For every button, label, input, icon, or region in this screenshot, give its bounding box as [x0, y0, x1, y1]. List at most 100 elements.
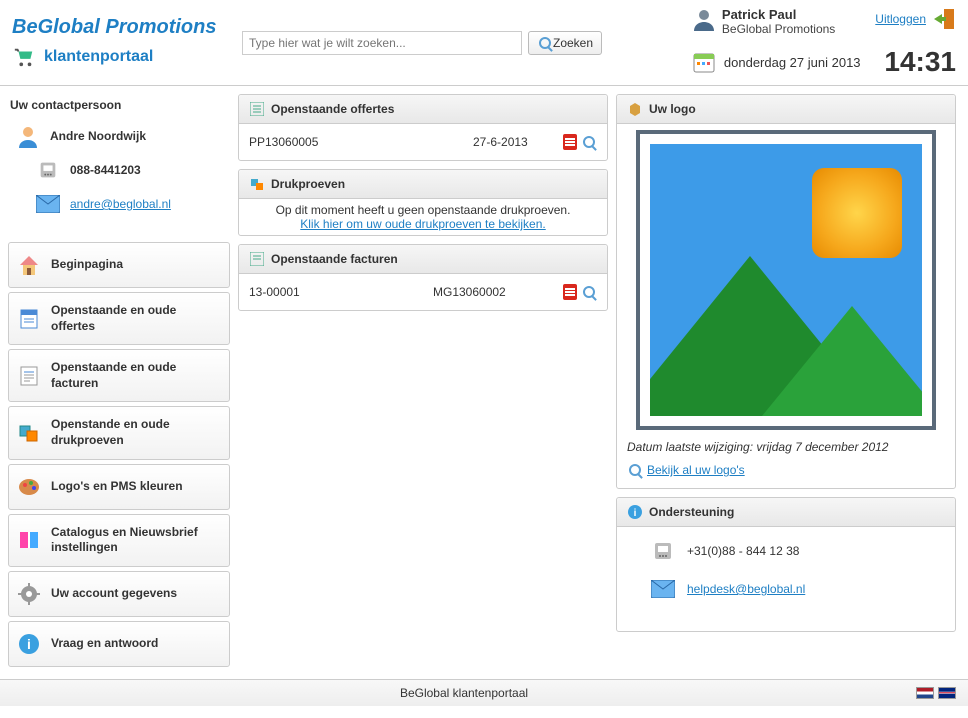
proofs-icon	[17, 421, 41, 445]
pdf-icon[interactable]	[563, 134, 577, 150]
center-column: Openstaande offertes PP13060005 27-6-201…	[238, 94, 608, 671]
contact-name-row: Andre Noordwijk	[16, 124, 222, 148]
info-icon: i	[17, 632, 41, 656]
support-phone: +31(0)88 - 844 12 38	[687, 544, 799, 558]
sidebar: Uw contactpersoon Andre Noordwijk 088-84…	[8, 94, 230, 671]
drukproeven-widget: Drukproeven Op dit moment heeft u geen o…	[238, 169, 608, 236]
facturen-title: Openstaande facturen	[271, 252, 398, 266]
contact-panel: Uw contactpersoon Andre Noordwijk 088-84…	[8, 94, 230, 234]
drukproeven-title: Drukproeven	[271, 177, 345, 191]
search-icon	[537, 35, 553, 51]
nav-drukproeven[interactable]: Openstande en oude drukproeven	[8, 406, 230, 459]
user-block: Patrick Paul BeGlobal Promotions Uitlogg…	[692, 7, 956, 78]
main: Uw contactpersoon Andre Noordwijk 088-84…	[0, 86, 968, 679]
nav-offertes[interactable]: Openstaande en oude offertes	[8, 292, 230, 345]
nav-label: Uw account gegevens	[51, 586, 177, 602]
logo-date: Datum laatste wijziging: vrijdag 7 decem…	[617, 436, 955, 458]
info-icon: i	[627, 504, 643, 520]
nav-catalogus[interactable]: Catalogus en Nieuwsbrief instellingen	[8, 514, 230, 567]
logo-image	[636, 130, 936, 430]
logo-block: BeGlobal Promotions klantenportaal	[12, 16, 232, 69]
pdf-icon[interactable]	[563, 284, 577, 300]
nav-label: Vraag en antwoord	[51, 636, 158, 652]
support-email-link[interactable]: helpdesk@beglobal.nl	[687, 582, 805, 596]
nav-facturen[interactable]: Openstaande en oude facturen	[8, 349, 230, 402]
logout[interactable]: Uitloggen	[875, 7, 956, 31]
palette-icon	[17, 475, 41, 499]
nav-label: Openstande en oude drukproeven	[51, 417, 221, 448]
logo-widget: Uw logo Datum laatste wijziging: vrijdag…	[616, 94, 956, 489]
facturen-widget: Openstaande facturen 13-00001 MG13060002	[238, 244, 608, 311]
svg-text:i: i	[27, 636, 31, 652]
search-button[interactable]: Zoeken	[528, 31, 602, 55]
nav-label: Openstaande en oude offertes	[51, 303, 221, 334]
factuur-row[interactable]: 13-00001 MG13060002	[249, 280, 597, 304]
calendar-icon	[692, 50, 716, 74]
support-title: Ondersteuning	[649, 505, 734, 519]
nav-label: Openstaande en oude facturen	[51, 360, 221, 391]
current-time: 14:31	[884, 46, 956, 78]
contact-phone: 088-8441203	[70, 163, 141, 177]
offerte-date: 27-6-2013	[473, 135, 563, 149]
factuur-ref: MG13060002	[433, 285, 563, 299]
offerte-row[interactable]: PP13060005 27-6-2013	[249, 130, 597, 154]
offertes-title: Openstaande offertes	[271, 102, 394, 116]
nav-label: Catalogus en Nieuwsbrief instellingen	[51, 525, 221, 556]
cart-icon	[12, 45, 36, 69]
offertes-widget: Openstaande offertes PP13060005 27-6-201…	[238, 94, 608, 161]
book-icon	[17, 528, 41, 552]
contact-email-link[interactable]: andre@beglobal.nl	[70, 197, 171, 211]
app-subtitle: klantenportaal	[44, 48, 153, 66]
footer: BeGlobal klantenportaal	[0, 679, 968, 706]
svg-text:i: i	[634, 508, 637, 519]
language-flags	[916, 687, 956, 699]
support-email-row: helpdesk@beglobal.nl	[651, 577, 945, 601]
search-button-label: Zoeken	[553, 36, 593, 50]
support-phone-row: +31(0)88 - 844 12 38	[651, 539, 945, 563]
flag-nl-icon[interactable]	[916, 687, 934, 699]
view-icon[interactable]	[581, 134, 597, 150]
logout-link[interactable]: Uitloggen	[875, 12, 926, 26]
document-icon	[17, 307, 41, 331]
nav-logos[interactable]: Logo's en PMS kleuren	[8, 464, 230, 510]
home-icon	[17, 253, 41, 277]
person-icon	[16, 124, 40, 148]
drukproeven-link[interactable]: Klik hier om uw oude drukproeven te beki…	[300, 217, 545, 231]
user-company: BeGlobal Promotions	[722, 22, 835, 36]
footer-text: BeGlobal klantenportaal	[400, 686, 528, 700]
offerte-id: PP13060005	[249, 135, 473, 149]
nav-faq[interactable]: i Vraag en antwoord	[8, 621, 230, 667]
invoice-icon	[17, 364, 41, 388]
flag-uk-icon[interactable]	[938, 687, 956, 699]
header: BeGlobal Promotions klantenportaal Zoeke…	[0, 0, 968, 86]
logo-widget-title: Uw logo	[649, 102, 696, 116]
factuur-id: 13-00001	[249, 285, 433, 299]
search-icon	[627, 462, 643, 478]
contact-email-row: andre@beglobal.nl	[16, 192, 222, 216]
sun-icon	[812, 168, 902, 258]
box-icon	[627, 101, 643, 117]
nav-label: Beginpagina	[51, 257, 123, 273]
nav-list: Beginpagina Openstaande en oude offertes…	[8, 242, 230, 667]
nav-label: Logo's en PMS kleuren	[51, 479, 183, 495]
support-widget: i Ondersteuning +31(0)88 - 844 12 38 hel…	[616, 497, 956, 632]
proofs-list-icon	[249, 176, 265, 192]
logout-icon	[932, 7, 956, 31]
nav-account[interactable]: Uw account gegevens	[8, 571, 230, 617]
phone-icon	[651, 539, 675, 563]
logo-link[interactable]: Bekijk al uw logo's	[647, 463, 745, 477]
view-icon[interactable]	[581, 284, 597, 300]
user-avatar-icon	[692, 7, 716, 31]
mail-icon	[36, 192, 60, 216]
mail-icon	[651, 577, 675, 601]
search-block: Zoeken	[242, 31, 602, 55]
contact-name: Andre Noordwijk	[50, 129, 146, 143]
invoice-list-icon	[249, 251, 265, 267]
current-date: donderdag 27 juni 2013	[724, 55, 861, 70]
user-name: Patrick Paul	[722, 7, 835, 22]
drukproeven-empty: Op dit moment heeft u geen openstaande d…	[239, 203, 607, 217]
nav-home[interactable]: Beginpagina	[8, 242, 230, 288]
search-input[interactable]	[242, 31, 522, 55]
doc-list-icon	[249, 101, 265, 117]
app-title: BeGlobal Promotions	[12, 16, 232, 39]
